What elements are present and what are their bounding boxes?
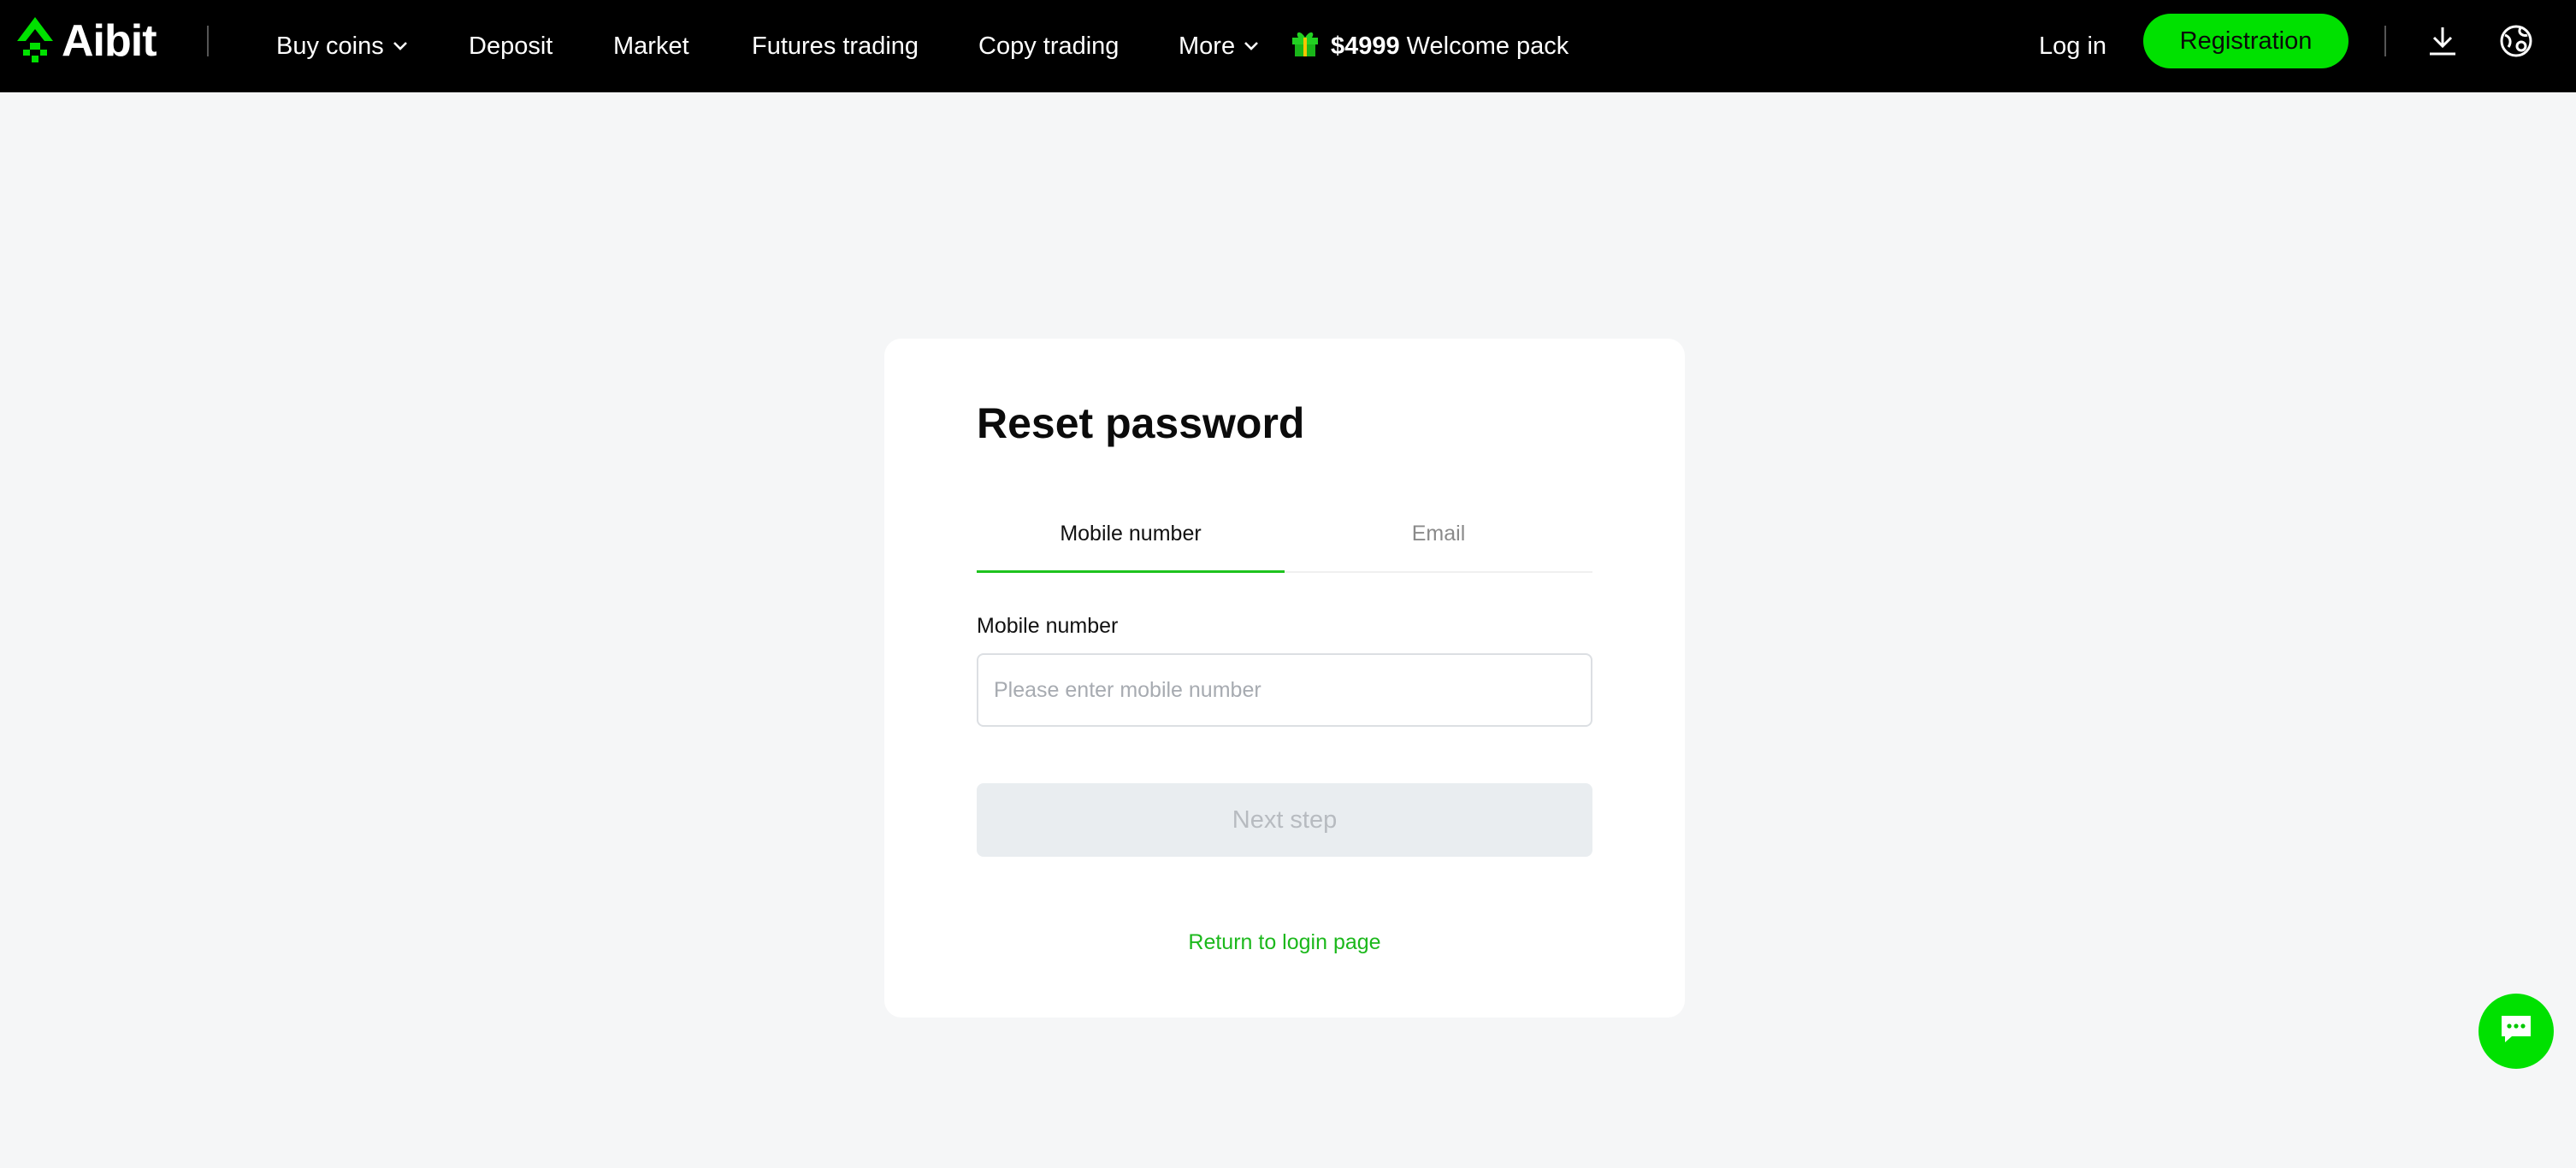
language-globe-icon[interactable] [2496,21,2537,62]
page-title: Reset password [977,399,1305,447]
chevron-down-icon [393,41,408,51]
next-step-button[interactable]: Next step [977,783,1592,857]
nav-futures-trading[interactable]: Futures trading [752,0,919,92]
return-to-login-link[interactable]: Return to login page [884,930,1685,955]
logo-mark-icon [15,15,55,68]
header-divider [207,26,209,56]
nav-futures-trading-label: Futures trading [752,32,919,60]
nav-deposit-label: Deposit [469,32,553,60]
nav-market-label: Market [613,32,689,60]
mobile-number-input[interactable] [977,653,1592,727]
download-icon[interactable] [2422,21,2463,62]
welcome-pack-promo[interactable]: $4999 Welcome pack [1290,0,1569,92]
tab-mobile-number-label: Mobile number [1060,522,1202,546]
nav-market[interactable]: Market [613,0,689,92]
login-link[interactable]: Log in [2039,0,2106,92]
nav-deposit[interactable]: Deposit [469,0,552,92]
nav-more-label: More [1179,32,1236,60]
reset-password-card: Reset password Mobile number Email Mobil… [884,339,1685,1018]
tab-email-label: Email [1411,522,1466,546]
chat-icon [2498,1012,2534,1051]
registration-button[interactable]: Registration [2143,14,2349,68]
header-divider [2384,26,2386,56]
chevron-down-icon [1244,41,1259,51]
top-navigation-bar: Aibit Buy coins Deposit Market Futures t… [0,0,2576,92]
nav-more[interactable]: More [1179,0,1259,92]
nav-copy-trading[interactable]: Copy trading [978,0,1119,92]
mobile-number-label: Mobile number [977,614,1119,638]
reset-method-tabs: Mobile number Email [977,522,1592,573]
promo-amount: $4999 [1331,32,1400,60]
logo-text: Aibit [62,16,157,66]
nav-buy-coins[interactable]: Buy coins [276,0,408,92]
logo[interactable]: Aibit [15,15,157,68]
tab-email[interactable]: Email [1285,522,1592,569]
chat-support-button[interactable] [2479,994,2554,1069]
tab-mobile-number[interactable]: Mobile number [977,522,1285,569]
active-tab-indicator [977,570,1285,573]
nav-copy-trading-label: Copy trading [978,32,1120,60]
nav-buy-coins-label: Buy coins [276,32,384,60]
promo-text: Welcome pack [1406,32,1569,60]
gift-icon [1290,27,1320,65]
